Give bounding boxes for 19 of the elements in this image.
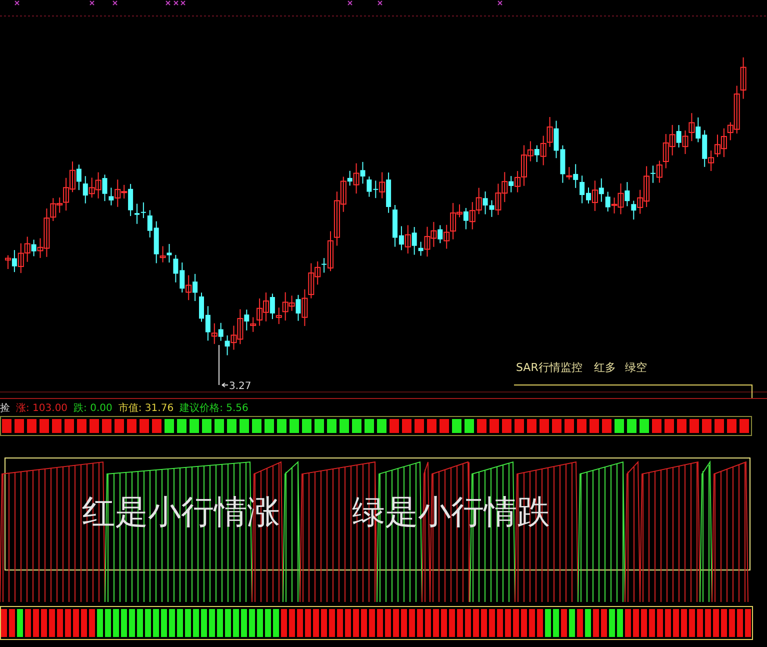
indicator-label: 捡 bbox=[0, 402, 10, 414]
cross-marker-icon bbox=[166, 0, 170, 6]
low-price-marker-icon bbox=[218, 344, 228, 388]
cross-marker-icon bbox=[498, 0, 502, 6]
sar-title: SAR行情监控 bbox=[516, 361, 582, 374]
indicator-value: 建议价格: 5.56 bbox=[180, 402, 248, 414]
cross-marker-icon bbox=[14, 0, 20, 6]
indicator-value: 跌: 0.00 bbox=[74, 402, 112, 414]
legend-label: 绿空 bbox=[625, 361, 647, 374]
cross-marker-icon bbox=[378, 0, 382, 6]
cross-marker-icon bbox=[90, 0, 94, 6]
cross-marker-icon bbox=[348, 0, 352, 6]
indicator-value: 涨: 103.00 bbox=[16, 402, 68, 414]
indicator-value: 市值: 31.76 bbox=[118, 402, 174, 414]
cross-marker-icon bbox=[112, 0, 118, 6]
cross-marker-icon bbox=[180, 0, 186, 6]
cross-marker-icon bbox=[174, 0, 178, 6]
legend-label: 红多 bbox=[594, 361, 616, 374]
low-price-label: 3.27 bbox=[229, 381, 252, 392]
